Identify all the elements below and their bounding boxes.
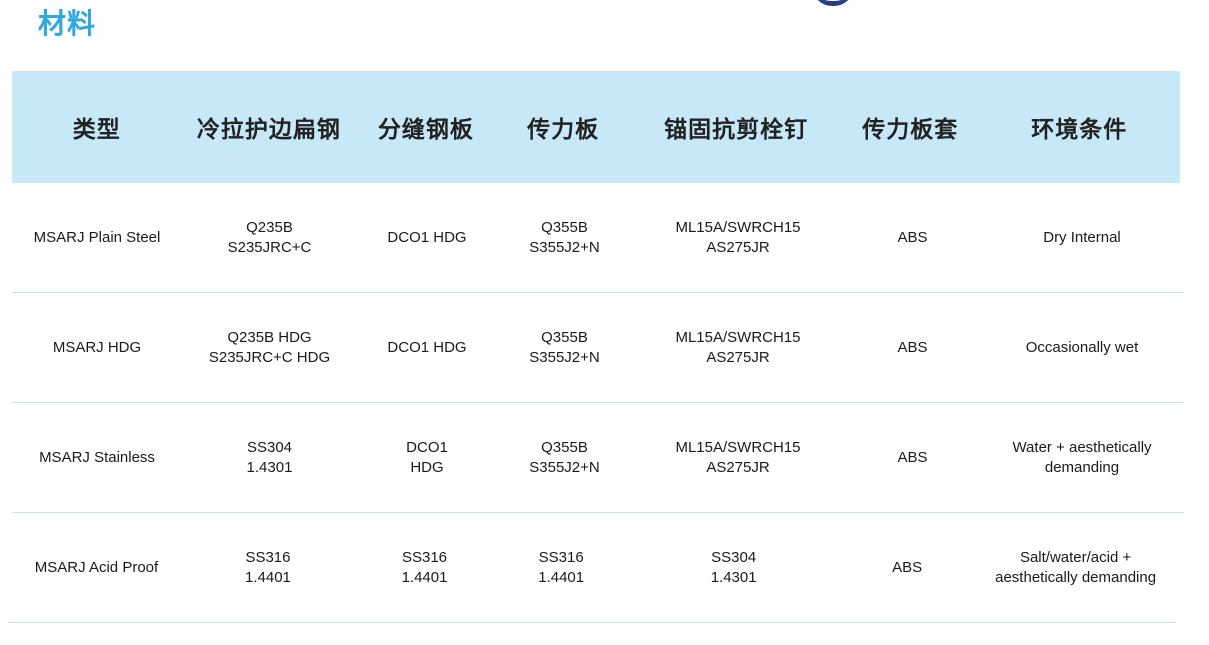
- cell-dowel-plate: Q355B S355J2+N: [497, 218, 632, 258]
- cell-stud: ML15A/SWRCH15 AS275JR: [632, 218, 844, 258]
- cell-line: MSARJ Acid Proof: [34, 558, 159, 576]
- cell-line: AS275JR: [706, 348, 770, 366]
- cell-line: AS275JR: [706, 458, 770, 476]
- cell-joint-plate: SS316 1.4401: [355, 548, 494, 588]
- cell-line: Water + aesthetically: [1012, 438, 1152, 456]
- cell-line: SS304: [711, 548, 757, 566]
- cell-line: MSARJ Plain Steel: [33, 228, 161, 246]
- cell-flat-steel: SS316 1.4401: [181, 548, 355, 588]
- cell-flat-steel: SS304 1.4301: [182, 438, 357, 478]
- header-type: 类型: [72, 117, 121, 143]
- logo-fragment: [812, 0, 854, 6]
- cell-line: demanding: [1044, 458, 1120, 476]
- cell-line: aesthetically demanding: [995, 568, 1157, 586]
- header-flat-steel: 冷拉护边扁钢: [196, 117, 341, 143]
- cell-line: ABS: [897, 448, 928, 466]
- cell-line: 1.4401: [538, 568, 585, 586]
- cell-flat-steel: Q235B HDG S235JRC+C HDG: [182, 328, 357, 368]
- header-joint-plate: 分缝钢板: [377, 117, 474, 143]
- cell-line: AS275JR: [706, 238, 770, 256]
- cell-line: Salt/water/acid +: [1019, 548, 1132, 566]
- cell-dowel-plate: Q355B S355J2+N: [497, 438, 632, 478]
- cell-line: MSARJ HDG: [52, 338, 142, 356]
- cell-line: Dry Internal: [1043, 228, 1121, 246]
- table-row: MSARJ HDG Q235B HDG S235JRC+C HDG DCO1 H…: [12, 293, 1184, 403]
- cell-line: SS316: [245, 548, 291, 566]
- cell-dowel-plate: Q355B S355J2+N: [497, 328, 632, 368]
- cell-line: Q355B: [541, 328, 588, 346]
- cell-line: DCO1 HDG: [387, 338, 467, 356]
- cell-environment: Dry Internal: [981, 228, 1183, 248]
- page: 材料 类型 冷拉护边扁钢 分缝钢板 传力板 锚固抗剪栓钉 传力板套 环境条件 M…: [0, 0, 1209, 645]
- cell-line: 1.4401: [401, 568, 448, 586]
- cell-type: MSARJ Stainless: [12, 448, 182, 468]
- cell-line: ABS: [897, 338, 928, 356]
- cell-line: ABS: [897, 228, 928, 246]
- cell-stud: ML15A/SWRCH15 AS275JR: [632, 438, 844, 478]
- cell-line: S235JRC+C: [227, 238, 312, 256]
- cell-line: DCO1 HDG: [387, 228, 467, 246]
- cell-sleeve: ABS: [839, 558, 975, 578]
- table-row: MSARJ Acid Proof SS316 1.4401 SS316 1.44…: [8, 513, 1176, 623]
- cell-environment: Salt/water/acid + aesthetically demandin…: [975, 548, 1176, 588]
- materials-table: 类型 冷拉护边扁钢 分缝钢板 传力板 锚固抗剪栓钉 传力板套 环境条件 MSAR…: [8, 71, 1184, 623]
- cell-type: MSARJ Acid Proof: [12, 558, 181, 578]
- cell-line: Q355B: [541, 218, 588, 236]
- cell-line: ML15A/SWRCH15: [675, 218, 801, 236]
- cell-joint-plate: DCO1 HDG: [357, 228, 497, 248]
- cell-line: ML15A/SWRCH15: [675, 328, 801, 346]
- cell-line: MSARJ Stainless: [39, 448, 155, 466]
- header-stud: 锚固抗剪栓钉: [664, 117, 809, 143]
- table-row: MSARJ Stainless SS304 1.4301 DCO1 HDG Q3…: [12, 403, 1184, 513]
- cell-line: Q235B HDG: [227, 328, 312, 346]
- cell-line: 1.4301: [246, 458, 293, 476]
- cell-type: MSARJ HDG: [12, 338, 182, 358]
- cell-line: Q235B: [246, 218, 293, 236]
- cell-line: S235JRC+C HDG: [208, 348, 331, 366]
- table-header-row: 类型 冷拉护边扁钢 分缝钢板 传力板 锚固抗剪栓钉 传力板套 环境条件: [12, 71, 1180, 183]
- header-sleeve: 传力板套: [862, 117, 959, 143]
- page-title: 材料: [38, 7, 97, 40]
- table-row: MSARJ Plain Steel Q235B S235JRC+C DCO1 H…: [12, 183, 1184, 293]
- cell-line: ML15A/SWRCH15: [675, 438, 801, 456]
- cell-stud: ML15A/SWRCH15 AS275JR: [632, 328, 844, 368]
- cell-sleeve: ABS: [844, 448, 981, 468]
- header-dowel-plate: 传力板: [527, 117, 600, 143]
- cell-line: 1.4401: [245, 568, 291, 586]
- cell-joint-plate: DCO1 HDG: [357, 438, 497, 478]
- cell-line: HDG: [410, 458, 444, 476]
- cell-flat-steel: Q235B S235JRC+C: [182, 218, 357, 258]
- cell-line: S355J2+N: [529, 238, 600, 256]
- cell-joint-plate: DCO1 HDG: [357, 338, 497, 358]
- header-environment: 环境条件: [1031, 117, 1128, 143]
- cell-line: S355J2+N: [529, 348, 600, 366]
- cell-line: 1.4301: [710, 568, 757, 586]
- cell-line: SS316: [401, 548, 448, 566]
- cell-line: Occasionally wet: [1025, 338, 1139, 356]
- cell-type: MSARJ Plain Steel: [12, 228, 182, 248]
- cell-line: Q355B: [541, 438, 588, 456]
- cell-dowel-plate: SS316 1.4401: [494, 548, 628, 588]
- cell-line: SS304: [246, 438, 293, 456]
- cell-stud: SS304 1.4301: [628, 548, 839, 588]
- cell-environment: Water + aesthetically demanding: [981, 438, 1183, 478]
- cell-line: S355J2+N: [529, 458, 600, 476]
- cell-line: SS316: [538, 548, 584, 566]
- cell-line: ABS: [892, 558, 923, 576]
- cell-sleeve: ABS: [844, 228, 981, 248]
- cell-sleeve: ABS: [844, 338, 981, 358]
- cell-environment: Occasionally wet: [981, 338, 1183, 358]
- cell-line: DCO1: [406, 438, 448, 456]
